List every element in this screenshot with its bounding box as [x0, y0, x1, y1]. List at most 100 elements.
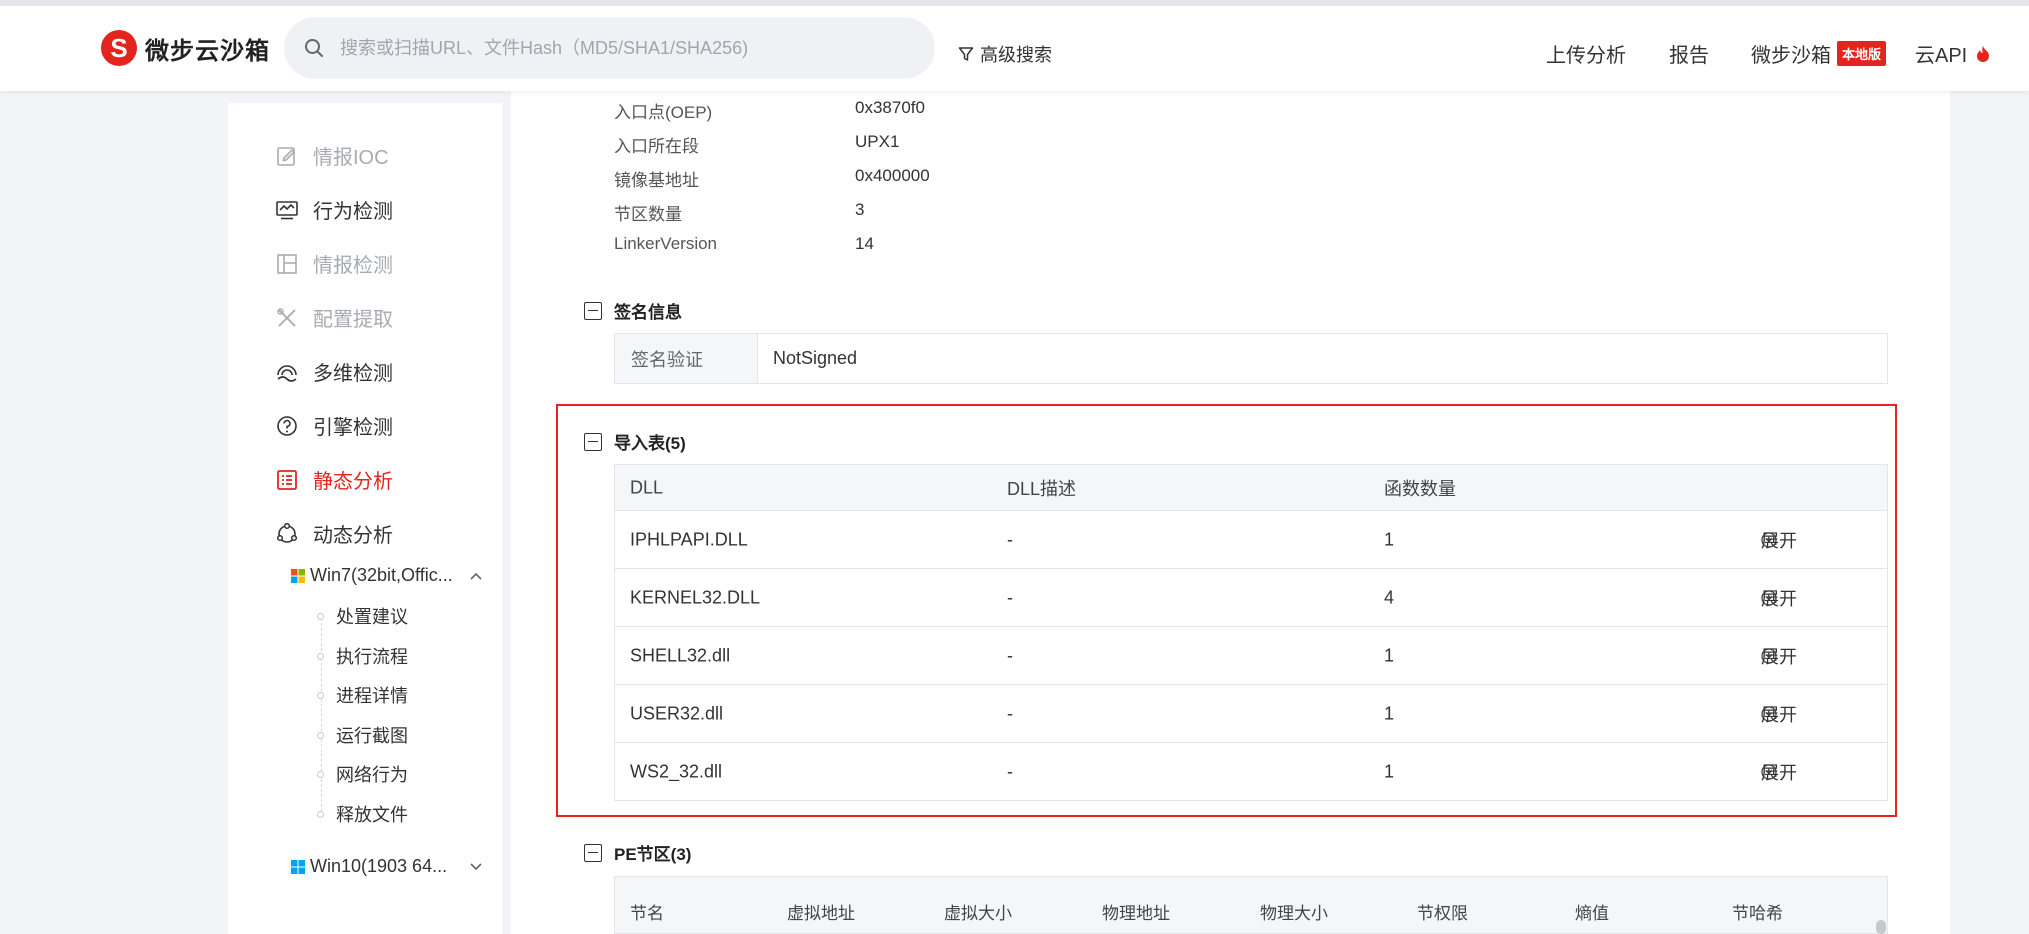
advanced-search-label: 高级搜索: [980, 45, 1052, 65]
expand-button[interactable]: 展开: [1761, 647, 1797, 667]
expand-label: 展开: [1761, 704, 1797, 725]
expand-button[interactable]: 展开: [1761, 705, 1797, 725]
advanced-search-button[interactable]: 高级搜索: [958, 41, 1052, 67]
column-header-func-count: 函数数量: [1384, 478, 1456, 499]
sidebar-item-behavior-detection[interactable]: 行为检测: [275, 195, 393, 224]
tree-node-dot: [317, 692, 324, 699]
tools-icon: [275, 306, 299, 330]
sidebar-item-multi-detection[interactable]: 多维检测: [275, 357, 393, 386]
func-count: 4: [1384, 587, 1395, 607]
column-header: 虚拟地址: [787, 904, 855, 923]
dll-desc: -: [1007, 587, 1013, 607]
tree-node-dot: [317, 653, 324, 660]
column-header: 节权限: [1417, 904, 1468, 923]
table-row: WS2_32.dll - 1 展开: [615, 742, 1887, 800]
func-count: 1: [1384, 761, 1395, 781]
sidebar-item-intel-ioc[interactable]: 情报IOC: [275, 141, 389, 170]
collapse-icon[interactable]: [584, 843, 602, 862]
pe-info-value: UPX1: [855, 132, 900, 151]
nav-sandbox[interactable]: 微步沙箱 本地版: [1751, 39, 1887, 68]
sub-tree-line: [321, 613, 322, 817]
tree-node-dot: [317, 811, 324, 818]
dll-desc: -: [1007, 703, 1013, 723]
signature-key: 签名验证: [615, 334, 758, 383]
nav-cloud-api-label: 云API: [1915, 45, 1968, 67]
dll-name: SHELL32.dll: [630, 645, 731, 665]
table-row: SHELL32.dll - 1 展开: [615, 626, 1887, 684]
expand-label: 展开: [1761, 530, 1797, 551]
column-header-dll-desc: DLL描述: [1007, 478, 1077, 499]
gauge-icon: [275, 414, 299, 438]
pe-info-value: 3: [855, 200, 865, 219]
nav-upload[interactable]: 上传分析: [1546, 39, 1626, 68]
search-input[interactable]: [340, 37, 900, 59]
expand-button[interactable]: 展开: [1761, 589, 1797, 609]
brand-s-icon: S: [101, 30, 137, 66]
column-header: 虚拟大小: [944, 904, 1012, 923]
signature-section-header[interactable]: 签名信息: [584, 298, 682, 323]
layout-icon: [275, 252, 299, 276]
brand-logo[interactable]: S 微步云沙箱: [101, 30, 270, 66]
sub-item-dropped-files[interactable]: 释放文件: [336, 801, 408, 827]
sidebar-item-config-extract[interactable]: 配置提取: [275, 303, 393, 332]
nav-report[interactable]: 报告: [1669, 39, 1709, 68]
expand-button[interactable]: 展开: [1761, 531, 1797, 551]
sub-item-process-details[interactable]: 进程详情: [336, 682, 408, 708]
sidebar-item-label: 多维检测: [313, 363, 393, 385]
pe-info-value: 0x3870f0: [855, 98, 925, 117]
windows-logo-icon: [291, 568, 305, 583]
search-bar[interactable]: [284, 17, 935, 79]
signature-value: NotSigned: [773, 348, 858, 368]
nav-cloud-api[interactable]: 云API: [1915, 39, 1991, 68]
collapse-icon[interactable]: [584, 432, 602, 451]
pe-info-key: 入口点(OEP): [614, 103, 713, 122]
sub-item-network-behavior[interactable]: 网络行为: [336, 761, 408, 787]
section-title: 签名信息: [614, 303, 682, 322]
pe-info-value: 14: [855, 234, 874, 253]
sidebar-item-static-analysis[interactable]: 静态分析: [275, 465, 393, 494]
local-version-badge: 本地版: [1837, 41, 1887, 66]
func-count: 1: [1384, 645, 1395, 665]
monitor-chart-icon: [275, 198, 299, 222]
brand-name: 微步云沙箱: [145, 37, 270, 65]
chevron-down-icon: [470, 862, 482, 870]
pe-info-key: 节区数量: [614, 205, 682, 224]
pe-info-value: 0x400000: [855, 166, 930, 185]
sidebar-item-intel-detection[interactable]: 情报检测: [275, 249, 393, 278]
imports-table: DLL DLL描述 函数数量 IPHLPAPI.DLL - 1 展开 KERNE…: [614, 464, 1888, 801]
sidebar-item-label: 情报IOC: [313, 147, 389, 169]
section-title: PE节区(3): [614, 845, 692, 864]
expand-button[interactable]: 展开: [1761, 763, 1797, 783]
pe-sections-table: 节名 虚拟地址 虚拟大小 物理地址 物理大小 节权限 熵值 节哈希: [614, 876, 1888, 934]
sub-item-execution-flow[interactable]: 执行流程: [336, 643, 408, 669]
column-header: 节名: [630, 904, 664, 923]
expand-label: 展开: [1761, 646, 1797, 667]
table-row: USER32.dll - 1 展开: [615, 684, 1887, 742]
expand-label: 展开: [1761, 588, 1797, 609]
dll-desc: -: [1007, 529, 1013, 549]
dll-desc: -: [1007, 761, 1013, 781]
sidebar-item-label: 配置提取: [313, 309, 393, 331]
dll-name: USER32.dll: [630, 703, 724, 723]
sub-item-screenshots[interactable]: 运行截图: [336, 722, 408, 748]
func-count: 1: [1384, 703, 1395, 723]
sidebar-item-engine-detection[interactable]: 引擎检测: [275, 411, 393, 440]
os-env-win7[interactable]: Win7(32bit,Offic...: [291, 565, 491, 586]
chevron-up-icon: [470, 572, 482, 580]
collapse-icon[interactable]: [584, 301, 602, 320]
top-header: S 微步云沙箱 高级搜索 上传分析 报告 微步沙箱 本地版 云API: [0, 0, 2029, 91]
func-count: 1: [1384, 529, 1395, 549]
imports-section-header[interactable]: 导入表(5): [584, 429, 686, 454]
sidebar-item-label: 引擎检测: [313, 417, 393, 439]
dll-name: WS2_32.dll: [630, 761, 723, 781]
tree-node-dot: [317, 613, 324, 620]
tree-node-dot: [317, 732, 324, 739]
sidebar-item-dynamic-analysis[interactable]: 动态分析: [275, 519, 393, 548]
pe-info-key: 入口所在段: [614, 137, 699, 156]
pe-info-key: LinkerVersion: [614, 234, 718, 253]
sub-item-recommendation[interactable]: 处置建议: [336, 603, 408, 629]
pe-sections-header[interactable]: PE节区(3): [584, 840, 691, 865]
os-env-win10[interactable]: Win10(1903 64...: [291, 856, 491, 877]
scrollbar-thumb[interactable]: [1876, 920, 1886, 934]
column-header: 物理地址: [1102, 904, 1170, 923]
